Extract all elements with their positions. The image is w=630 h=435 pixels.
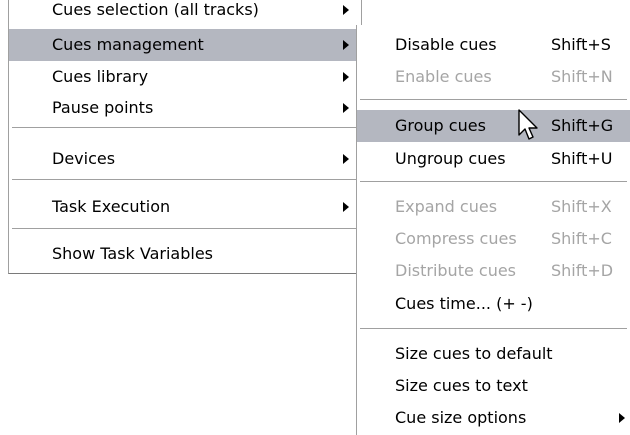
shortcut-label: Shift+X	[551, 197, 612, 216]
menu-item-compress-cues: Compress cues Shift+C	[357, 223, 630, 255]
menu-item-cues-management[interactable]: Cues management	[9, 29, 361, 61]
menu-item-cue-size-options[interactable]: Cue size options	[357, 402, 630, 434]
mouse-pointer-icon	[518, 109, 538, 140]
submenu-arrow-icon	[341, 143, 351, 175]
submenu-arrow-icon	[341, 29, 351, 61]
menu-separator	[12, 179, 358, 181]
menu-item-enable-cues: Enable cues Shift+N	[357, 61, 630, 93]
menu-separator	[360, 181, 627, 183]
menu-separator	[12, 127, 358, 129]
menu-item-devices[interactable]: Devices	[9, 143, 361, 175]
shortcut-label: Shift+D	[551, 261, 614, 280]
menu-item-size-cues-to-default[interactable]: Size cues to default	[357, 338, 630, 370]
menu-item-task-execution[interactable]: Task Execution	[9, 191, 361, 223]
menu-item-label: Cues time... (+ -)	[395, 294, 533, 313]
submenu-arrow-icon	[341, 92, 351, 124]
menu-item-label: Size cues to default	[395, 344, 553, 363]
menu-item-label: Distribute cues	[395, 261, 517, 280]
shortcut-label: Shift+S	[551, 35, 611, 54]
context-menu: Cues selection (all tracks) Cues managem…	[8, 0, 362, 274]
menu-item-disable-cues[interactable]: Disable cues Shift+S	[357, 29, 630, 61]
menu-separator	[360, 328, 627, 330]
submenu-arrow-icon	[341, 191, 351, 223]
menu-item-cues-selection[interactable]: Cues selection (all tracks)	[9, 0, 361, 26]
menu-item-label: Enable cues	[395, 67, 492, 86]
submenu-arrow-icon	[341, 0, 351, 26]
menu-item-label: Task Execution	[52, 197, 171, 216]
menu-separator	[12, 228, 358, 230]
menu-item-show-task-variables[interactable]: Show Task Variables	[9, 238, 361, 270]
menu-item-cues-library[interactable]: Cues library	[9, 61, 361, 93]
shortcut-label: Shift+C	[551, 229, 612, 248]
submenu-arrow-icon	[617, 402, 627, 434]
submenu-arrow-icon	[341, 61, 351, 93]
menu-item-label: Cues library	[52, 67, 149, 86]
menu-item-label: Disable cues	[395, 35, 497, 54]
menu-item-label: Cues management	[52, 35, 204, 54]
menu-item-cues-time[interactable]: Cues time... (+ -)	[357, 288, 630, 320]
shortcut-label: Shift+N	[551, 67, 613, 86]
menu-item-label: Cue size options	[395, 408, 527, 427]
menu-item-pause-points[interactable]: Pause points	[9, 92, 361, 124]
cues-management-submenu: Disable cues Shift+S Enable cues Shift+N…	[356, 25, 630, 435]
menu-item-label: Show Task Variables	[52, 244, 213, 263]
menu-item-group-cues[interactable]: Group cues Shift+G	[357, 110, 630, 142]
menu-item-label: Pause points	[52, 98, 154, 117]
menu-separator	[360, 99, 627, 101]
menu-item-label: Ungroup cues	[395, 149, 506, 168]
shortcut-label: Shift+G	[551, 116, 614, 135]
menu-item-label: Expand cues	[395, 197, 498, 216]
menu-item-size-cues-to-text[interactable]: Size cues to text	[357, 370, 630, 402]
menu-item-label: Size cues to text	[395, 376, 528, 395]
shortcut-label: Shift+U	[551, 149, 613, 168]
menu-item-label: Devices	[52, 149, 116, 168]
menu-item-label: Group cues	[395, 116, 486, 135]
menu-item-label: Compress cues	[395, 229, 517, 248]
menu-item-distribute-cues: Distribute cues Shift+D	[357, 255, 630, 287]
menu-item-ungroup-cues[interactable]: Ungroup cues Shift+U	[357, 143, 630, 175]
menu-item-expand-cues: Expand cues Shift+X	[357, 191, 630, 223]
menu-item-label: Cues selection (all tracks)	[52, 0, 259, 19]
